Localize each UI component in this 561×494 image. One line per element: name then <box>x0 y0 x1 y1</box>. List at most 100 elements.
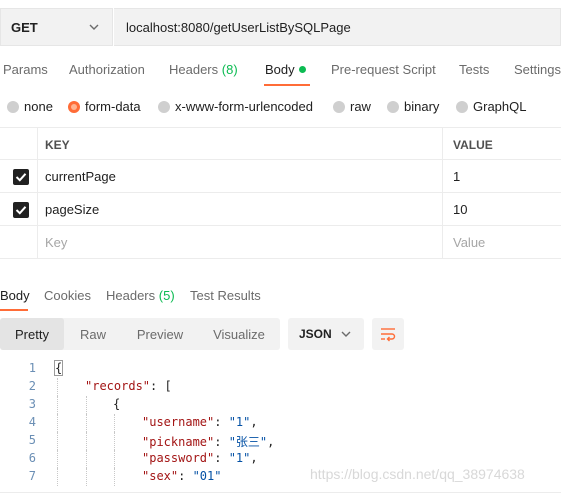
modified-dot-icon <box>298 66 306 73</box>
table-row: currentPage 1 <box>0 160 561 193</box>
json-punct: , <box>250 415 258 429</box>
param-value[interactable]: 10 <box>442 193 561 225</box>
view-visualize-button[interactable]: Visualize <box>198 318 280 350</box>
json-brace: { <box>113 397 121 411</box>
indent-guide <box>114 414 115 432</box>
radio-graphql-label: GraphQL <box>473 99 527 114</box>
row-enabled-checkbox[interactable] <box>13 169 29 185</box>
new-key-input[interactable]: Key <box>45 235 67 250</box>
radio-circle-icon <box>387 100 399 113</box>
code-text: { <box>113 397 120 411</box>
tab-response-body-label: Body <box>0 288 30 303</box>
json-sep: : <box>214 451 229 465</box>
radio-x-www-form-urlencoded[interactable]: x-www-form-urlencoded <box>158 99 313 114</box>
checkbox-cell <box>0 160 38 192</box>
line-number: 4 <box>28 415 36 429</box>
code-text: "password": "1", <box>142 451 258 465</box>
key-column-header: KEY <box>45 138 70 152</box>
checkbox-cell <box>0 193 38 225</box>
tab-authorization-label: Authorization <box>69 62 145 77</box>
json-string: "01" <box>192 469 222 483</box>
method-select[interactable]: GET <box>0 8 113 46</box>
chevron-down-icon <box>89 24 99 30</box>
line-number: 1 <box>28 361 36 375</box>
json-string: "1" <box>228 451 251 465</box>
view-raw-button[interactable]: Raw <box>64 318 122 350</box>
line-number: 5 <box>28 433 36 447</box>
radio-selected-icon <box>68 100 80 113</box>
brace: { <box>53 360 64 376</box>
tab-headers[interactable]: Headers (8) <box>169 62 238 77</box>
json-punct: , <box>250 451 258 465</box>
indent-guide <box>57 414 58 432</box>
json-key: "password" <box>142 451 215 465</box>
radio-binary[interactable]: binary <box>387 99 439 114</box>
param-key[interactable]: pageSize <box>45 202 99 217</box>
param-value[interactable]: 1 <box>442 160 561 192</box>
json-key: "sex" <box>142 469 179 483</box>
tab-body-label: Body <box>265 62 295 77</box>
radio-raw-label: raw <box>350 99 371 114</box>
tab-settings[interactable]: Settings <box>514 62 561 77</box>
json-key: "records" <box>85 379 151 393</box>
format-label: JSON <box>299 327 332 341</box>
tab-params-label: Params <box>3 62 48 77</box>
indent-guide <box>86 468 87 486</box>
indent-guide <box>86 414 87 432</box>
tab-authorization[interactable]: Authorization <box>69 62 145 77</box>
tab-cookies-label: Cookies <box>44 288 91 303</box>
response-headers-count-badge: (5) <box>158 288 175 303</box>
code-line: 4 "username": "1", <box>0 414 561 432</box>
json-string: "张三" <box>228 435 268 449</box>
line-number: 7 <box>28 469 36 483</box>
radio-graphql[interactable]: GraphQL <box>456 99 526 114</box>
row-enabled-checkbox[interactable] <box>13 202 29 218</box>
tab-params[interactable]: Params <box>3 62 48 77</box>
active-tab-indicator <box>264 84 310 86</box>
tab-response-body[interactable]: Body <box>0 288 30 303</box>
radio-circle-icon <box>456 100 468 113</box>
view-pretty-button[interactable]: Pretty <box>0 318 64 350</box>
tab-tests[interactable]: Tests <box>459 62 489 77</box>
view-mode-group: Pretty Raw Preview Visualize <box>0 318 280 350</box>
code-text: "records": [ <box>85 379 172 393</box>
indent-guide <box>57 432 58 450</box>
radio-form-data[interactable]: form-data <box>68 99 141 114</box>
json-punct: : [ <box>150 379 172 393</box>
json-key: "pickname" <box>142 435 215 449</box>
radio-circle-icon <box>7 100 19 113</box>
value-column-header: VALUE <box>442 128 561 159</box>
divider <box>0 492 561 493</box>
tab-response-headers[interactable]: Headers (5) <box>106 288 175 303</box>
wrap-lines-icon <box>381 328 396 342</box>
checkbox-column-header <box>0 128 38 159</box>
radio-none[interactable]: none <box>7 99 53 114</box>
checkmark-icon <box>15 173 27 182</box>
code-line: 5 "pickname": "张三", <box>0 432 561 450</box>
tab-test-results[interactable]: Test Results <box>190 288 261 303</box>
param-key[interactable]: currentPage <box>45 169 116 184</box>
headers-count-badge: (8) <box>221 62 238 77</box>
radio-binary-label: binary <box>404 99 440 114</box>
json-sep: : <box>214 435 229 449</box>
tab-body[interactable]: Body <box>265 62 306 77</box>
indent-guide <box>114 468 115 486</box>
tab-cookies[interactable]: Cookies <box>44 288 91 303</box>
new-value-input[interactable]: Value <box>442 226 561 258</box>
json-string: "1" <box>228 415 251 429</box>
checkmark-icon <box>15 206 27 215</box>
response-toolbar: Pretty Raw Preview Visualize JSON <box>0 318 561 350</box>
body-type-radios: none form-data x-www-form-urlencoded raw… <box>0 96 561 118</box>
indent-guide <box>57 396 58 414</box>
tab-pre-request-script[interactable]: Pre-request Script <box>331 62 436 77</box>
json-sep: : <box>178 469 193 483</box>
method-label: GET <box>11 19 38 35</box>
view-preview-button[interactable]: Preview <box>122 318 198 350</box>
json-sep: : <box>214 415 229 429</box>
wrap-lines-button[interactable] <box>372 318 404 350</box>
format-select[interactable]: JSON <box>288 318 364 350</box>
url-input[interactable]: localhost:8080/getUserListBySQLPage <box>114 8 561 46</box>
radio-raw[interactable]: raw <box>333 99 371 114</box>
indent-guide <box>86 450 87 468</box>
code-text: "pickname": "张三", <box>142 433 274 450</box>
